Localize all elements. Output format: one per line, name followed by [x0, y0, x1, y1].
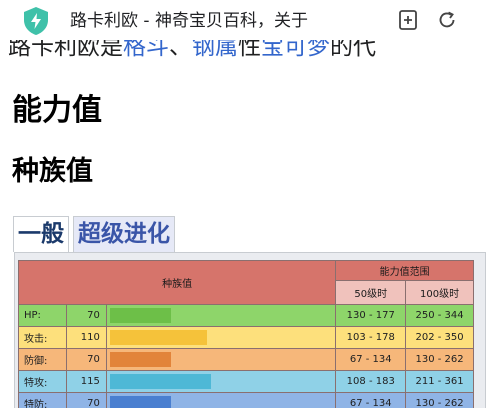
stat-row: 特攻: 115 108 - 183 211 - 361 — [18, 370, 474, 393]
stat-row: 防御: 70 67 - 134 130 - 262 — [18, 348, 474, 371]
stat-bar-cell — [105, 392, 337, 408]
stat-bar — [109, 374, 211, 389]
range-level100: 211 - 361 — [405, 370, 474, 393]
range-level50: 67 - 134 — [335, 392, 407, 408]
stat-range-header: 能力值范围 — [335, 260, 474, 281]
stat-row: 特防: 70 67 - 134 130 - 262 — [18, 392, 474, 408]
stat-bar-cell — [105, 348, 337, 371]
range-level50: 67 - 134 — [335, 348, 407, 371]
tab-normal[interactable]: 一般 — [13, 216, 69, 252]
stat-value: 70 — [65, 392, 107, 408]
stat-bar — [109, 330, 207, 345]
subsection-heading: 种族值 — [12, 156, 93, 187]
stat-name: HP: — [18, 304, 67, 327]
level100-header: 100级时 — [405, 280, 474, 305]
stat-name: 防御: — [18, 348, 67, 371]
stat-value: 70 — [65, 348, 107, 371]
reload-icon[interactable] — [436, 9, 458, 31]
level50-header: 50级时 — [335, 280, 407, 305]
stat-name: 特防: — [18, 392, 67, 408]
stat-name: 特攻: — [18, 370, 67, 393]
stat-row: 攻击: 110 103 - 178 202 - 350 — [18, 326, 474, 349]
range-level50: 130 - 177 — [335, 304, 407, 327]
stat-bar — [109, 352, 171, 367]
range-level100: 202 - 350 — [405, 326, 474, 349]
stat-value: 110 — [65, 326, 107, 349]
page-title-bar[interactable]: 路卡利欧 - 神奇宝贝百科，关于 — [70, 8, 370, 34]
stat-bar — [109, 396, 171, 408]
base-stats-table: 种族值 能力值范围 50级时 100级时 HP: 70 130 - 177 250 -… — [17, 260, 474, 408]
stat-value: 70 — [65, 304, 107, 327]
stat-value: 115 — [65, 370, 107, 393]
add-bookmark-icon[interactable] — [397, 9, 419, 31]
shield-check-icon[interactable] — [20, 5, 52, 37]
range-level50: 108 - 183 — [335, 370, 407, 393]
tab-mega-evolution[interactable]: 超级进化 — [73, 216, 175, 252]
range-level100: 250 - 344 — [405, 304, 474, 327]
base-stats-header: 种族值 — [17, 260, 337, 305]
stat-name: 攻击: — [18, 326, 67, 349]
stat-bar-cell — [105, 370, 337, 393]
browser-toolbar: 路卡利欧 - 神奇宝贝百科，关于 — [0, 0, 500, 40]
stat-bar — [109, 308, 171, 323]
range-level100: 130 - 262 — [405, 348, 474, 371]
range-level100: 130 - 262 — [405, 392, 474, 408]
stat-bar-cell — [105, 304, 337, 327]
stat-row: HP: 70 130 - 177 250 - 344 — [18, 304, 474, 327]
section-heading: 能力值 — [12, 93, 102, 128]
stat-bar-cell — [105, 326, 337, 349]
range-level50: 103 - 178 — [335, 326, 407, 349]
form-tabs: 一般 超级进化 — [13, 216, 175, 252]
